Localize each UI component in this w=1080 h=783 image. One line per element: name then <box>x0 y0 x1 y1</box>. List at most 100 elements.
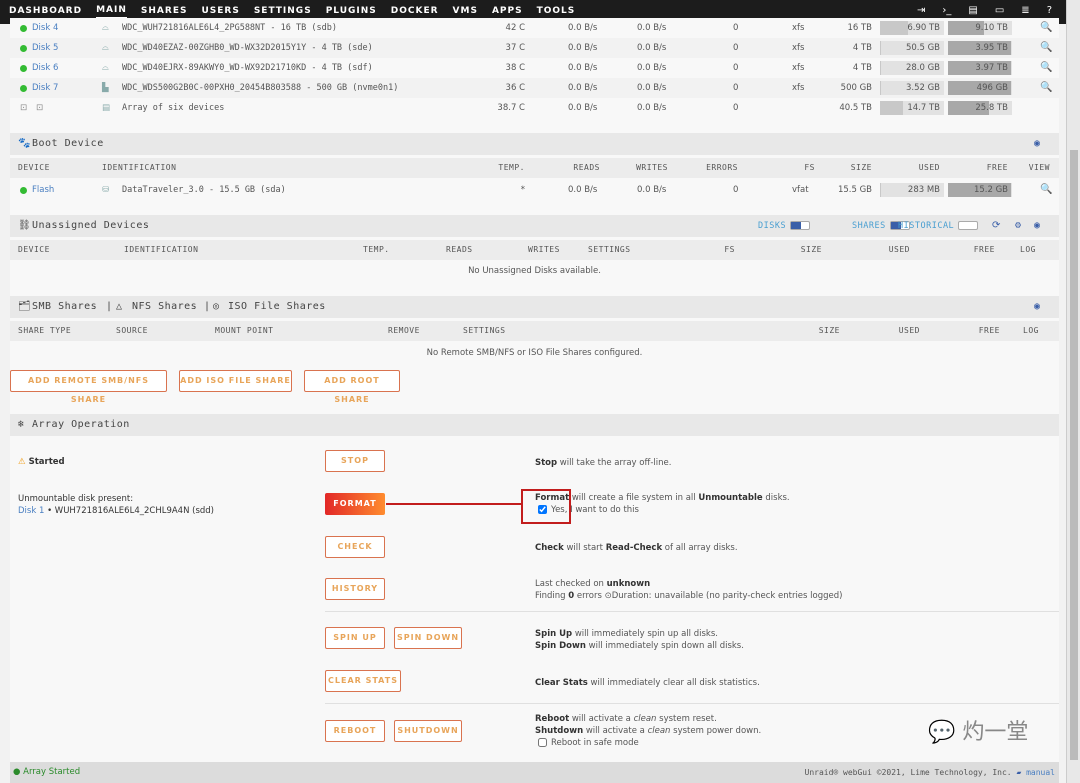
annotation-box <box>521 489 571 524</box>
add-remote-share-button[interactable]: ADD REMOTE SMB/NFS SHARE <box>10 370 167 404</box>
dashboard-icon[interactable]: ◉ <box>1034 133 1041 155</box>
feedback-icon[interactable]: ▤ <box>968 5 977 16</box>
refresh-icon[interactable]: ⟳ <box>992 215 1001 237</box>
help-icon[interactable]: ? <box>1047 5 1052 16</box>
used-bar: 50.5 GB <box>880 41 944 55</box>
identification: Array of six devices <box>122 103 225 113</box>
nav-main[interactable]: MAIN <box>96 5 127 19</box>
unmountable-notice: Unmountable disk present: Disk 1 • WUH72… <box>18 493 214 517</box>
view-icon[interactable]: 🔍 <box>1040 18 1052 38</box>
column-header: DEVICE <box>18 245 50 254</box>
section-title-nfs: NFS Shares <box>132 301 198 312</box>
collapse-icon[interactable]: ⊡ <box>20 98 27 118</box>
nav-apps[interactable]: APPS <box>492 6 523 18</box>
identification: WDC_WD40EZAZ-00ZGHB0_WD-WX32D2015Y1Y - 4… <box>122 43 373 53</box>
check-button[interactable]: CHECK <box>325 536 385 558</box>
column-header: WRITES <box>636 163 668 172</box>
format-button[interactable]: FORMAT <box>325 493 385 515</box>
nav-docker[interactable]: DOCKER <box>391 6 439 18</box>
gear-icon[interactable]: ⚙ <box>1015 215 1022 237</box>
writes-value: 0.0 B/s <box>637 23 667 33</box>
scrollbar[interactable] <box>1066 0 1080 783</box>
column-header: FREE <box>978 326 1000 335</box>
unmountable-disk-id: • WUH721816ALE6L4_2CHL9A4N (sdd) <box>47 506 214 516</box>
separator: | <box>106 301 113 312</box>
device-link[interactable]: Disk 6 <box>32 58 58 78</box>
used-fill <box>880 101 904 115</box>
dashboard-icon[interactable]: ◉ <box>1034 215 1041 237</box>
device-link[interactable]: Disk 7 <box>32 78 58 98</box>
size-value: 40.5 TB <box>839 103 872 113</box>
dashboard-icon[interactable]: ◉ <box>1034 296 1041 318</box>
clear-stats-button[interactable]: CLEAR STATS <box>325 670 401 692</box>
device-link[interactable]: Disk 4 <box>32 18 58 38</box>
nav-users[interactable]: USERS <box>201 6 239 18</box>
free-bar: 9.10 TB <box>948 21 1012 35</box>
spin-down-button[interactable]: SPIN DOWN <box>394 627 462 649</box>
scrollbar-thumb[interactable] <box>1070 150 1078 760</box>
add-iso-share-button[interactable]: ADD ISO FILE SHARE <box>179 370 292 392</box>
section-title-smb: SMB Shares <box>32 301 98 312</box>
expand-icon[interactable]: ⊡ <box>36 98 43 118</box>
used-fill <box>880 183 882 197</box>
used-value: 283 MB <box>907 185 940 195</box>
history-button[interactable]: HISTORY <box>325 578 385 600</box>
device-link[interactable]: Flash <box>32 180 54 200</box>
logout-icon[interactable]: ⇥ <box>917 5 925 16</box>
used-bar: 283 MB <box>880 183 944 197</box>
stop-button[interactable]: STOP <box>325 450 385 472</box>
disk-row: Disk 7 ▙ WDC_WDS500G2B0C-00PXH0_20454B8035… <box>10 78 1059 98</box>
column-header: SIZE <box>818 326 840 335</box>
manual-link[interactable]: manual <box>1026 768 1055 777</box>
log-icon[interactable]: ≣ <box>1021 5 1029 16</box>
main-content: Disk 4 ⌓ WDC_WUH721816ALE6L4_2PG588NT - 16… <box>10 18 1059 762</box>
copyright: Unraid® webGui ©2021, Lime Technology, I… <box>804 768 1012 777</box>
boot-device-header: 🐾 Boot Device ◉ <box>10 133 1059 155</box>
spin-up-button[interactable]: SPIN UP <box>325 627 385 649</box>
temp-value: 36 C <box>505 83 525 93</box>
footer-status: Array Started <box>23 767 81 777</box>
used-value: 14.7 TB <box>907 103 940 113</box>
unmountable-label: Unmountable disk present: <box>18 494 134 504</box>
toggle-historical[interactable]: HISTORICAL <box>898 215 982 237</box>
info-icon[interactable]: ▭ <box>995 5 1004 16</box>
free-bar: 15.2 GB <box>948 183 1012 197</box>
history-description: Last checked on unknown Finding 0 errors… <box>535 579 843 601</box>
nav-dashboard[interactable]: DASHBOARD <box>9 6 82 18</box>
device-link[interactable]: Disk 5 <box>32 38 58 58</box>
add-root-share-button[interactable]: ADD ROOT SHARE <box>304 370 400 404</box>
disk-row: Disk 5 ⌓ WDC_WD40EZAZ-00ZGHB0_WD-WX32D2015… <box>10 38 1059 58</box>
status-text: Started <box>28 457 65 467</box>
view-icon[interactable]: 🔍 <box>1040 58 1052 78</box>
reboot-button[interactable]: REBOOT <box>325 720 385 742</box>
identification: DataTraveler_3.0 - 15.5 GB (sda) <box>122 185 286 195</box>
safe-mode-checkbox[interactable] <box>538 738 547 747</box>
column-header: FREE <box>973 245 995 254</box>
unmountable-disk-link[interactable]: Disk 1 <box>18 506 44 516</box>
boot-columns: DEVICE IDENTIFICATION TEMP. READS WRITES ERRO… <box>10 158 1059 178</box>
column-header: SETTINGS <box>588 245 631 254</box>
nav-tools[interactable]: TOOLS <box>537 6 576 18</box>
shutdown-button[interactable]: SHUTDOWN <box>394 720 462 742</box>
view-icon[interactable]: 🔍 <box>1040 38 1052 58</box>
clock-icon: ⊙ <box>604 591 612 601</box>
nav-plugins[interactable]: PLUGINS <box>326 6 377 18</box>
hdd-icon: ⌓ <box>102 23 109 33</box>
play-icon: ● <box>13 767 21 777</box>
view-icon[interactable]: 🔍 <box>1040 78 1052 98</box>
nav-vms[interactable]: VMS <box>453 6 478 18</box>
free-bar: 3.97 TB <box>948 61 1012 75</box>
terminal-icon[interactable]: ›_ <box>942 5 951 16</box>
column-header: SHARE TYPE <box>18 326 72 335</box>
nav-settings[interactable]: SETTINGS <box>254 6 312 18</box>
free-value: 25.8 TB <box>975 103 1008 113</box>
column-header: LOG <box>1020 245 1036 254</box>
free-value: 496 GB <box>976 83 1008 93</box>
column-header: MOUNT POINT <box>215 326 274 335</box>
toggle-disks[interactable]: DISKS <box>758 215 814 237</box>
empty-message: No Unassigned Disks available. <box>468 266 601 276</box>
errors-value: 0 <box>733 43 739 53</box>
view-icon[interactable]: 🔍 <box>1040 180 1052 200</box>
reads-value: 0.0 B/s <box>568 103 598 113</box>
nav-shares[interactable]: SHARES <box>141 6 188 18</box>
